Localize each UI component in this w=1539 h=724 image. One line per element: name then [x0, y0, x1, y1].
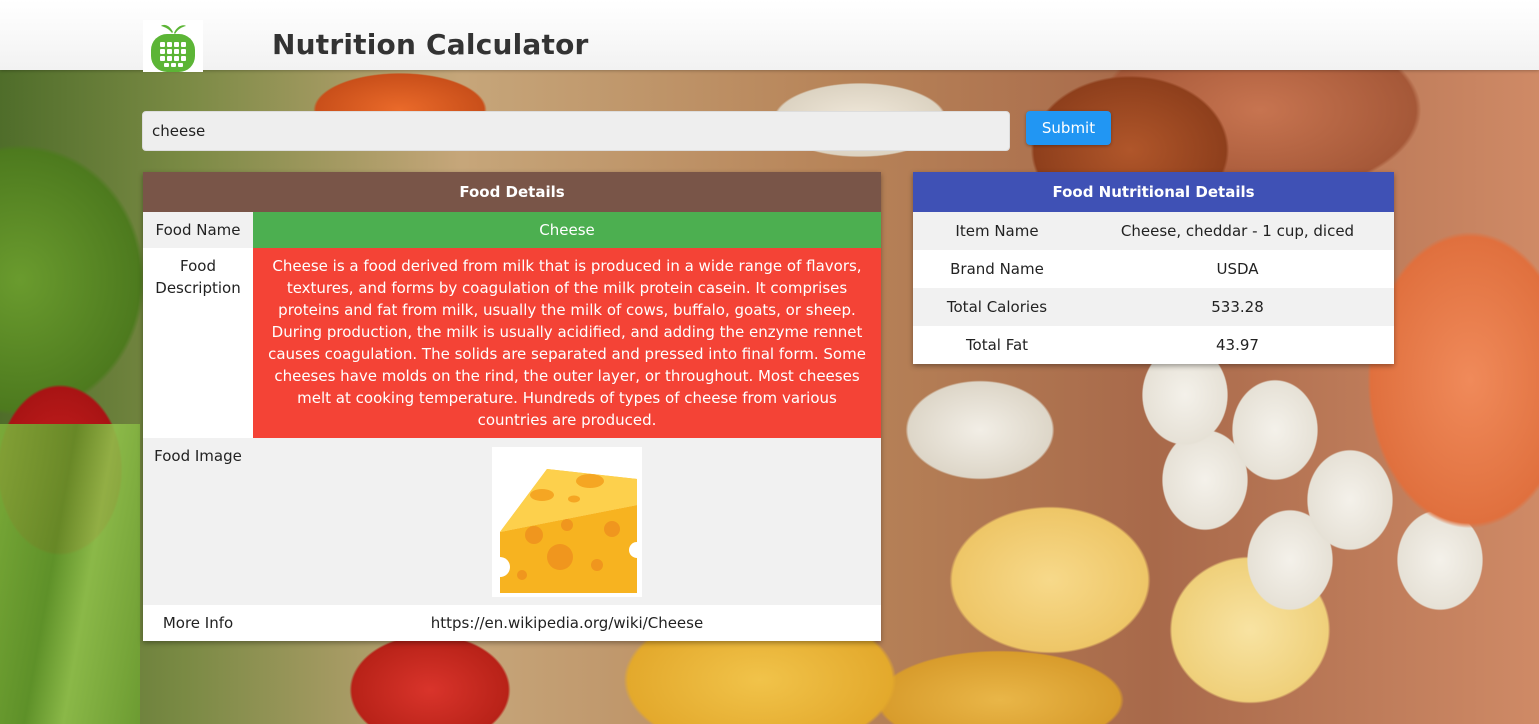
- more-info-label: More Info: [162, 614, 234, 632]
- more-info-link[interactable]: https://en.wikipedia.org/wiki/Cheese: [253, 605, 881, 641]
- brand-name-label: Brand Name: [950, 260, 1044, 278]
- table-row: Total Fat 43.97: [913, 326, 1394, 364]
- table-row: Brand Name USDA: [913, 250, 1394, 288]
- food-description-label: Food Description: [155, 257, 241, 297]
- total-calories-value: 533.28: [1211, 298, 1264, 316]
- page-title: Nutrition Calculator: [272, 28, 589, 61]
- total-calories-label: Total Calories: [946, 298, 1048, 316]
- app-header: Nutrition Calculator: [0, 0, 1539, 72]
- table-row: Food Name Cheese: [143, 212, 881, 248]
- total-fat-label: Total Fat: [965, 336, 1029, 354]
- food-description-value: Cheese is a food derived from milk that …: [253, 248, 881, 438]
- nutrition-details-table: Food Nutritional Details Item Name Chees…: [913, 172, 1394, 364]
- table-row: Food Description Cheese is a food derive…: [143, 248, 881, 438]
- apple-calculator-icon: [143, 20, 203, 72]
- food-details-table: Food Details Food Name Cheese Food Descr…: [143, 172, 881, 641]
- brand-name-value: USDA: [1216, 260, 1259, 278]
- nutrition-details-heading: Food Nutritional Details: [913, 172, 1394, 212]
- item-name-value: Cheese, cheddar - 1 cup, diced: [1120, 222, 1355, 240]
- food-image-label: Food Image: [154, 447, 242, 465]
- table-row: Food Image: [143, 438, 881, 605]
- submit-button[interactable]: Submit: [1026, 111, 1111, 145]
- total-fat-value: 43.97: [1216, 336, 1259, 354]
- food-name-value: Cheese: [253, 212, 881, 248]
- item-name-label: Item Name: [955, 222, 1039, 240]
- table-row: More Info https://en.wikipedia.org/wiki/…: [143, 605, 881, 641]
- food-name-label: Food Name: [155, 221, 241, 239]
- table-row: Total Calories 533.28: [913, 288, 1394, 326]
- table-row: Item Name Cheese, cheddar - 1 cup, diced: [913, 212, 1394, 250]
- food-details-heading: Food Details: [143, 172, 881, 212]
- cheese-wedge-icon: [492, 447, 642, 597]
- search-input[interactable]: [142, 111, 1010, 151]
